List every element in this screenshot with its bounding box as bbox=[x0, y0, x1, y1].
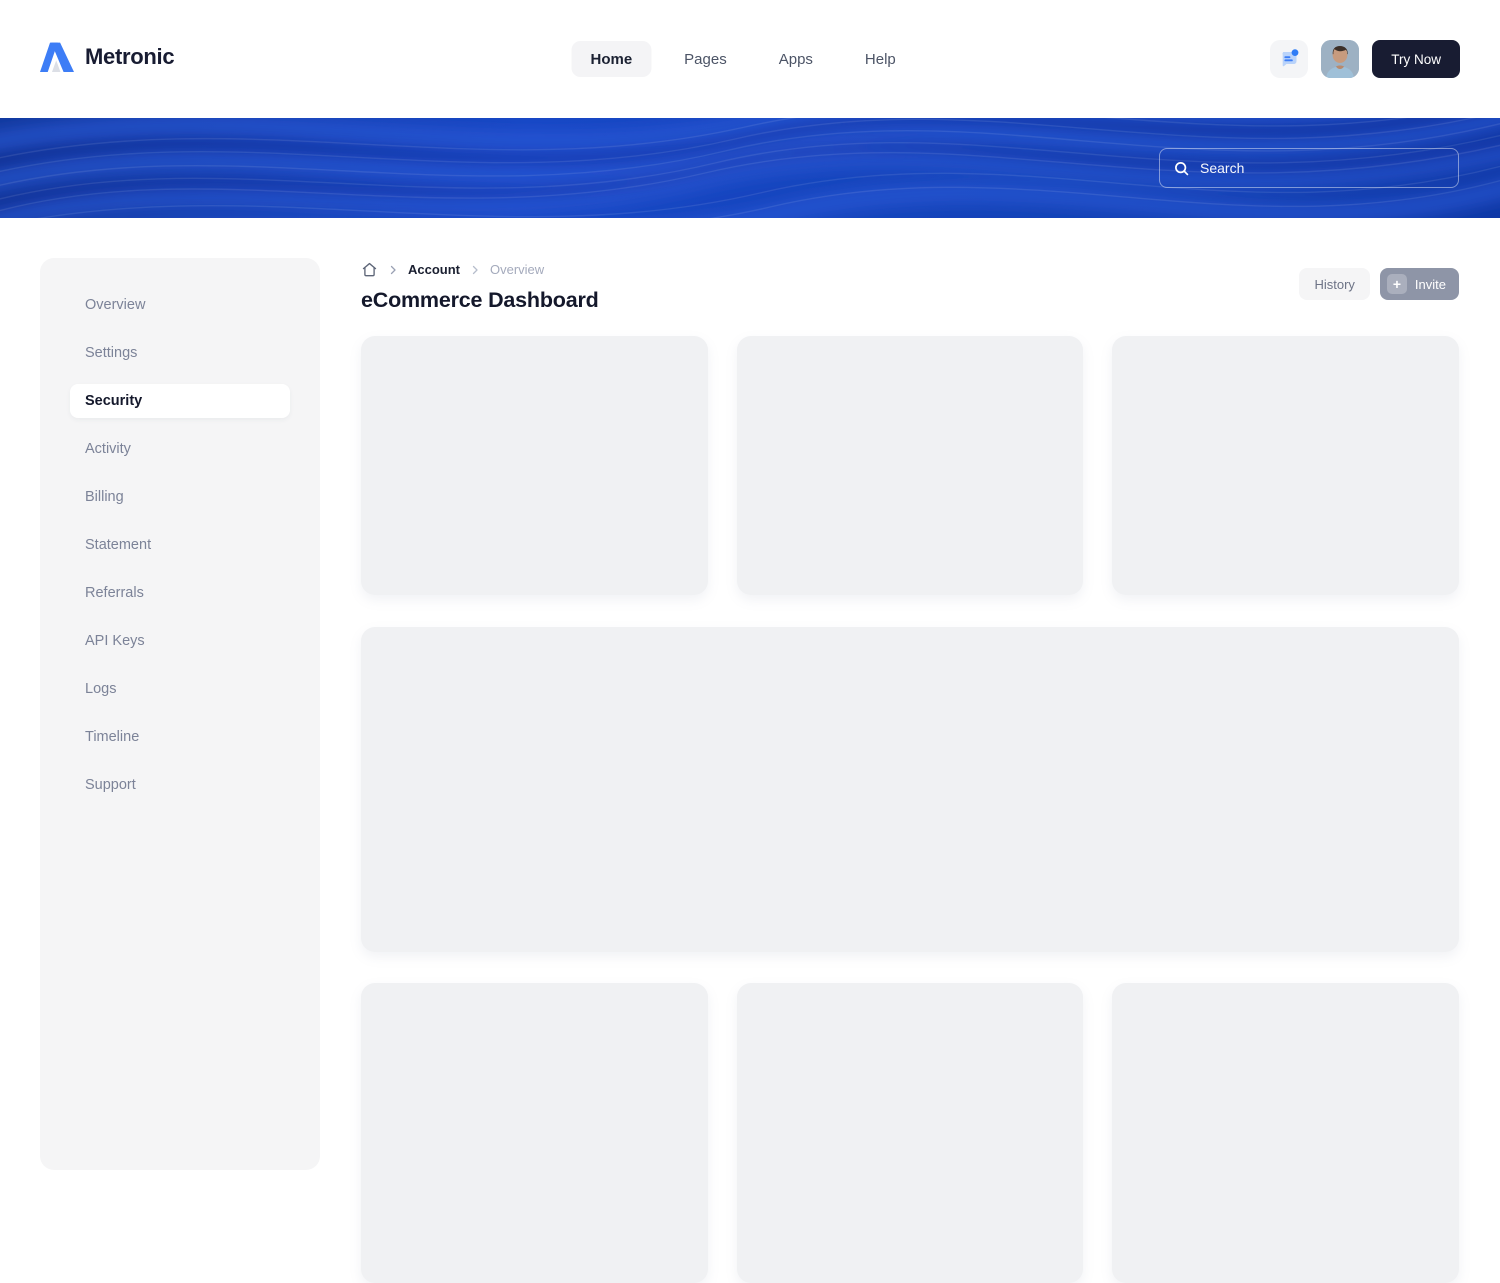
placeholder-card bbox=[1112, 336, 1459, 595]
breadcrumb: Account Overview bbox=[361, 261, 544, 278]
placeholder-card bbox=[361, 336, 708, 595]
metronic-logo-icon bbox=[40, 41, 74, 72]
history-button[interactable]: History bbox=[1299, 268, 1369, 300]
notifications-button[interactable] bbox=[1270, 40, 1308, 78]
sidebar-item-label: Security bbox=[85, 393, 142, 409]
placeholder-card-wide bbox=[361, 627, 1459, 952]
account-sidebar: Overview Settings Security Activity Bill… bbox=[40, 258, 320, 1170]
nav-item-help[interactable]: Help bbox=[846, 41, 915, 77]
nav-item-home[interactable]: Home bbox=[571, 41, 651, 77]
sidebar-item-timeline[interactable]: Timeline bbox=[70, 720, 290, 754]
sidebar-item-label: Logs bbox=[85, 681, 116, 697]
sidebar-item-label: Activity bbox=[85, 441, 131, 457]
search-box[interactable] bbox=[1159, 148, 1459, 188]
breadcrumb-item-account[interactable]: Account bbox=[408, 262, 460, 277]
placeholder-card bbox=[1112, 983, 1459, 1283]
nav-item-apps[interactable]: Apps bbox=[760, 41, 832, 77]
sidebar-item-settings[interactable]: Settings bbox=[70, 336, 290, 370]
sidebar-item-label: Settings bbox=[85, 345, 137, 361]
cards-row-top bbox=[361, 336, 1459, 595]
page-actions: History + Invite bbox=[1299, 268, 1459, 300]
top-header: Metronic Home Pages Apps Help bbox=[0, 0, 1500, 118]
search-icon bbox=[1173, 160, 1190, 177]
chevron-right-icon bbox=[469, 264, 481, 276]
sidebar-item-label: API Keys bbox=[85, 633, 145, 649]
placeholder-card bbox=[737, 336, 1084, 595]
sidebar-item-logs[interactable]: Logs bbox=[70, 672, 290, 706]
placeholder-card bbox=[361, 983, 708, 1283]
sidebar-item-label: Statement bbox=[85, 537, 151, 553]
hero-banner bbox=[0, 118, 1500, 218]
search-input[interactable] bbox=[1200, 160, 1445, 176]
header-actions: Try Now bbox=[1270, 40, 1460, 78]
main-nav: Home Pages Apps Help bbox=[571, 41, 914, 77]
invite-button-label: Invite bbox=[1415, 277, 1446, 292]
plus-icon: + bbox=[1387, 274, 1407, 294]
sidebar-item-billing[interactable]: Billing bbox=[70, 480, 290, 514]
sidebar-item-statement[interactable]: Statement bbox=[70, 528, 290, 562]
user-avatar[interactable] bbox=[1321, 40, 1359, 78]
brand-logo[interactable]: Metronic bbox=[40, 41, 174, 72]
brand-name: Metronic bbox=[85, 44, 174, 70]
chevron-right-icon bbox=[387, 264, 399, 276]
sidebar-item-support[interactable]: Support bbox=[70, 768, 290, 802]
sidebar-item-api-keys[interactable]: API Keys bbox=[70, 624, 290, 658]
sidebar-item-label: Support bbox=[85, 777, 136, 793]
sidebar-item-label: Timeline bbox=[85, 729, 139, 745]
chat-note-icon bbox=[1277, 47, 1301, 71]
breadcrumb-item-overview: Overview bbox=[490, 262, 544, 277]
try-now-button[interactable]: Try Now bbox=[1372, 40, 1460, 78]
sidebar-item-referrals[interactable]: Referrals bbox=[70, 576, 290, 610]
sidebar-item-activity[interactable]: Activity bbox=[70, 432, 290, 466]
sidebar-item-overview[interactable]: Overview bbox=[70, 288, 290, 322]
placeholder-card bbox=[737, 983, 1084, 1283]
home-icon[interactable] bbox=[361, 261, 378, 278]
sidebar-item-label: Overview bbox=[85, 297, 145, 313]
sidebar-item-label: Referrals bbox=[85, 585, 144, 601]
nav-item-pages[interactable]: Pages bbox=[665, 41, 746, 77]
sidebar-item-label: Billing bbox=[85, 489, 124, 505]
cards-row-bottom bbox=[361, 983, 1459, 1283]
invite-button[interactable]: + Invite bbox=[1380, 268, 1459, 300]
page-title: eCommerce Dashboard bbox=[361, 288, 599, 313]
sidebar-item-security[interactable]: Security bbox=[70, 384, 290, 418]
